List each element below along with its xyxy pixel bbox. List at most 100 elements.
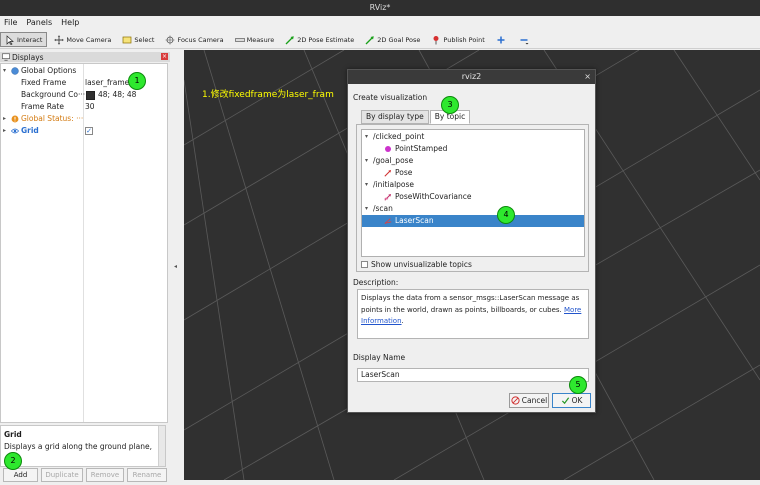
green-arrow-icon	[285, 35, 295, 44]
expanded-arrow-icon[interactable]: ▾	[365, 203, 368, 215]
list-item[interactable]: ▾ /goal_pose	[362, 155, 584, 167]
description-text: Displays the data from a sensor_msgs::La…	[361, 294, 580, 314]
list-item[interactable]: ▾ /initialpose	[362, 179, 584, 191]
displays-panel: Displays × ▾ Global Options Fixed Frame …	[0, 50, 170, 485]
goal-pose-tool-button[interactable]: 2D Goal Pose	[361, 32, 424, 47]
close-icon[interactable]: ×	[584, 70, 591, 84]
pose-estimate-tool-button[interactable]: 2D Pose Estimate	[281, 32, 358, 47]
cancel-button-label: Cancel	[521, 396, 548, 405]
more-information-link-text[interactable]: More	[564, 306, 581, 314]
step-badge-5: 5	[569, 376, 587, 394]
plus-icon	[497, 36, 505, 43]
select-tool-label: Select	[134, 35, 155, 44]
measure-tool-label: Measure	[246, 35, 275, 44]
move-camera-tool-button[interactable]: Move Camera	[50, 32, 115, 47]
select-tool-button[interactable]: Select	[118, 32, 158, 47]
menu-help[interactable]: Help	[57, 16, 84, 30]
remove-button[interactable]: Remove	[86, 468, 124, 482]
show-unvisualizable-label: Show unvisualizable topics	[371, 260, 472, 269]
expanded-arrow-icon[interactable]: ▾	[365, 155, 368, 167]
crosshair-icon	[165, 35, 175, 44]
description-box: Displays the data from a sensor_msgs::La…	[357, 289, 589, 339]
topic-name: /scan	[373, 204, 393, 213]
ok-button-label: OK	[571, 396, 583, 405]
displays-button-row: Add Duplicate Remove Rename	[0, 468, 170, 484]
collapsed-arrow-icon[interactable]: ▸	[3, 125, 6, 137]
display-type-name: PoseWithCovariance	[395, 192, 472, 201]
expanded-arrow-icon[interactable]: ▾	[3, 65, 6, 77]
grid-label: Grid	[21, 126, 39, 135]
add-display-button[interactable]: Add	[3, 468, 38, 482]
checkbox-box[interactable]	[361, 261, 368, 268]
fixed-frame-label: Fixed Frame	[21, 78, 67, 87]
cancel-button[interactable]: Cancel	[509, 393, 549, 408]
list-item[interactable]: PoseWithCovariance	[362, 191, 584, 203]
rename-button[interactable]: Rename	[127, 468, 167, 482]
description-scrollbar[interactable]	[158, 426, 165, 466]
publish-point-tool-button[interactable]: Publish Point	[427, 32, 488, 47]
displays-tree: ▾ Global Options Fixed Frame laser_frame…	[0, 63, 168, 423]
focus-camera-tool-label: Focus Camera	[177, 35, 224, 44]
list-item[interactable]: ▾ /scan	[362, 203, 584, 215]
dialog-title: rviz2	[461, 72, 482, 81]
publish-point-tool-label: Publish Point	[443, 35, 485, 44]
displays-panel-header: Displays ×	[0, 52, 170, 62]
step-badge-2: 2	[4, 452, 22, 470]
grid-enabled-checkbox[interactable]: ✓	[85, 127, 93, 135]
minus-icon	[520, 38, 529, 44]
pose-arrow-icon	[384, 169, 392, 177]
step-badge-1: 1	[128, 72, 146, 90]
topic-name: /goal_pose	[373, 156, 414, 165]
duplicate-button[interactable]: Duplicate	[41, 468, 83, 482]
panel-splitter[interactable]: ◂	[170, 50, 184, 485]
description-title: Grid	[4, 430, 22, 439]
expanded-arrow-icon[interactable]: ▾	[365, 179, 368, 191]
list-item[interactable]: Pose	[362, 167, 584, 179]
interact-tool-button[interactable]: Interact	[0, 32, 48, 47]
tab-by-display-type[interactable]: By display type	[361, 110, 429, 124]
focus-camera-tool-button[interactable]: Focus Camera	[161, 32, 227, 47]
list-item[interactable]: PointStamped	[362, 143, 584, 155]
topic-list[interactable]: ▾ /clicked_point PointStamped ▾ /goal_po…	[361, 129, 585, 257]
globe-icon	[11, 67, 19, 75]
list-item[interactable]: ▾ /clicked_point	[362, 131, 584, 143]
tree-row-global-status[interactable]: ▸ Global Status: ···	[1, 113, 167, 125]
tool-bar: Interact Move Camera Select Focus Camera…	[0, 31, 760, 49]
frame-rate-value[interactable]: 30	[85, 101, 95, 113]
display-name-input[interactable]: LaserScan	[357, 368, 589, 382]
select-box-icon	[123, 36, 132, 43]
close-icon[interactable]: ×	[161, 53, 168, 60]
topic-name: /initialpose	[373, 180, 415, 189]
move-camera-tool-label: Move Camera	[66, 35, 112, 44]
create-visualization-label: Create visualization	[353, 93, 428, 102]
tree-row-background-color[interactable]: Background Co··· 48; 48; 48	[1, 89, 167, 101]
show-unvisualizable-checkbox[interactable]: Show unvisualizable topics	[361, 260, 472, 269]
list-item-selected[interactable]: LaserScan	[362, 215, 584, 227]
color-swatch[interactable]	[86, 91, 95, 100]
tree-row-grid[interactable]: ▸ Grid ✓	[1, 125, 167, 137]
point-icon	[385, 146, 391, 152]
menu-bar: File Panels Help	[0, 16, 760, 30]
collapse-arrow-icon[interactable]: ◂	[174, 263, 177, 270]
measure-tool-button[interactable]: Measure	[231, 32, 279, 47]
display-type-name: LaserScan	[395, 216, 434, 225]
add-tool-button[interactable]	[492, 32, 512, 47]
dialog-title-bar: rviz2 ×	[348, 70, 595, 84]
cursor-icon	[6, 34, 14, 45]
menu-file[interactable]: File	[0, 16, 22, 30]
ok-button[interactable]: OK	[552, 393, 591, 408]
menu-panels[interactable]: Panels	[22, 16, 57, 30]
map-pin-icon	[433, 35, 439, 44]
remove-tool-button[interactable]	[515, 32, 535, 47]
background-color-value[interactable]: 48; 48; 48	[98, 89, 136, 101]
window-title: RViz*	[0, 0, 760, 16]
more-information-link-text[interactable]: Information	[361, 317, 402, 325]
display-type-name: Pose	[395, 168, 413, 177]
expanded-arrow-icon[interactable]: ▾	[365, 131, 368, 143]
description-text: Displays a grid along the ground plane,	[4, 442, 152, 451]
tree-row-frame-rate[interactable]: Frame Rate 30	[1, 101, 167, 113]
collapsed-arrow-icon[interactable]: ▸	[3, 113, 6, 125]
step-badge-4: 4	[497, 206, 515, 224]
fixed-frame-value[interactable]: laser_frame	[85, 77, 129, 89]
grid-display-icon	[11, 128, 19, 134]
